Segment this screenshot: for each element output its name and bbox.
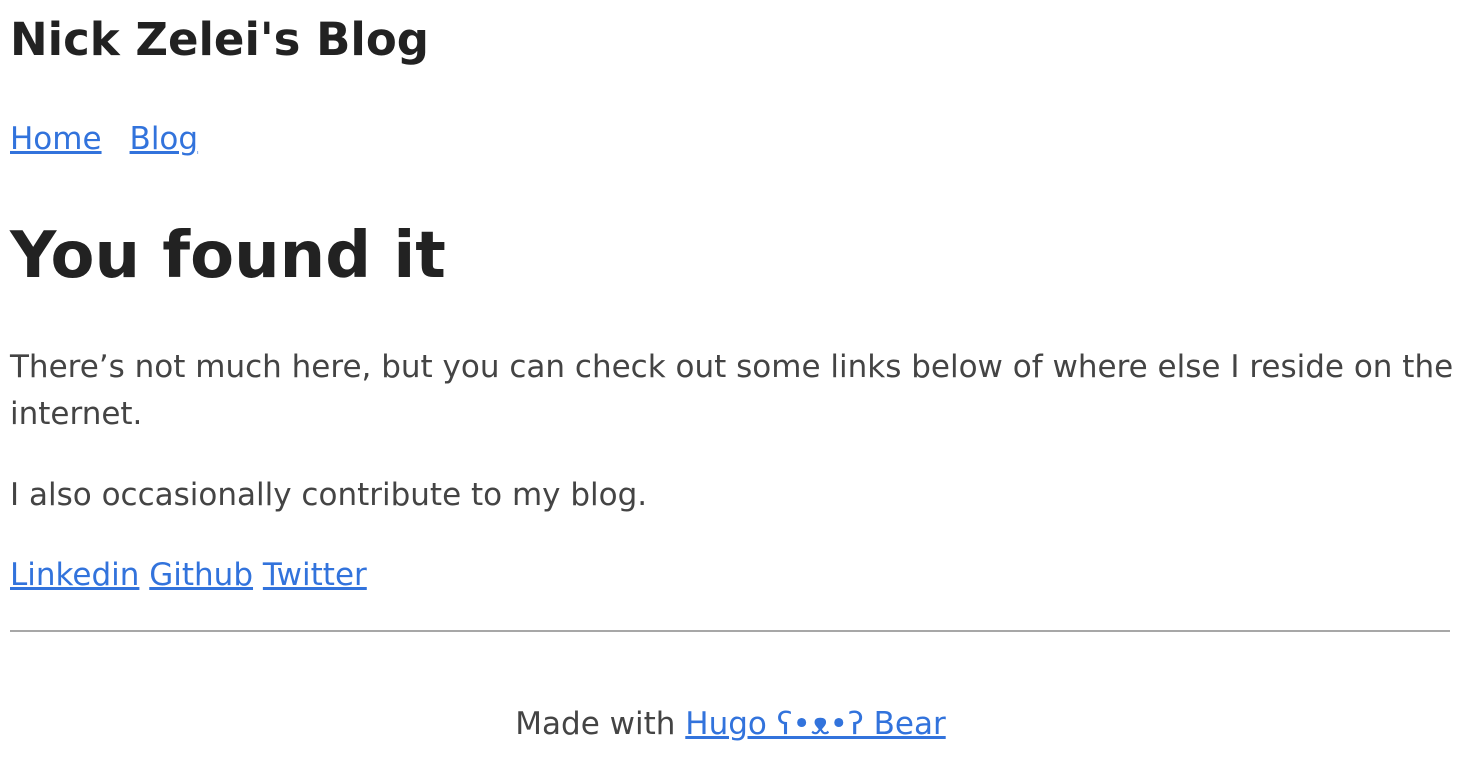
page: Nick Zelei's Blog Home Blog You found it … [0, 0, 1468, 758]
blog-note-paragraph: I also occasionally contribute to my blo… [10, 477, 648, 513]
footer: Made with Hugo ʕ•ᴥ•ʔ Bear [0, 702, 1461, 746]
social-links: Linkedin Github Twitter [10, 553, 367, 597]
nav-blog-link[interactable]: Blog [130, 121, 199, 157]
nav-home-link[interactable]: Home [10, 121, 102, 157]
twitter-link[interactable]: Twitter [263, 557, 367, 593]
github-link[interactable]: Github [149, 557, 253, 593]
footer-hugo-bear-link[interactable]: Hugo ʕ•ᴥ•ʔ Bear [685, 706, 945, 742]
page-title: You found it [10, 219, 446, 293]
intro-paragraph: There’s not much here, but you can check… [10, 349, 1454, 432]
linkedin-link[interactable]: Linkedin [10, 557, 139, 593]
site-title: Nick Zelei's Blog [10, 13, 429, 66]
footer-prefix: Made with [515, 706, 686, 742]
divider [10, 630, 1450, 632]
main-nav: Home Blog [10, 118, 198, 160]
